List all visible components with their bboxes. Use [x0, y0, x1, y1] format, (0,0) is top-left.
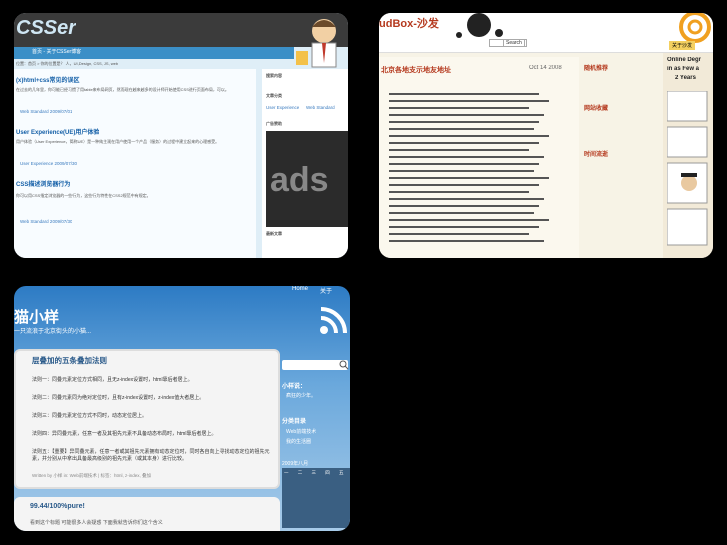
ad-line: 2 Years [675, 75, 696, 81]
ad-line: Online Degr [667, 57, 702, 63]
sidebar-item[interactable]: User Experience [266, 105, 299, 110]
screenshot-sandbox[interactable]: udBox-沙发 Search 关于沙发 北京各地支示地友地址 Oct 14 2… [379, 13, 713, 258]
sidebar-heading: 网站收藏 [584, 106, 609, 112]
sidebar-heading: 时间流逝 [584, 152, 609, 158]
post-excerpt: 看到这个标题 可能很多人会疑惑 下面我就告诉你们这个含义 [30, 520, 163, 526]
post-title[interactable]: CSS描述浏览器行为 [16, 179, 70, 188]
sidebar-category-heading: 文章分类 [266, 93, 282, 98]
nav-home[interactable]: Home [292, 286, 308, 292]
post-panel-2: 99.44/100%pure! 看到这个标题 可能很多人会疑惑 下面我就告诉你们… [14, 497, 280, 531]
search-icon[interactable] [339, 360, 349, 370]
ad-column: Online Degr in as Few a 2 Years [663, 53, 713, 258]
post-excerpt: 用户体验（User Experience，简称UE）是一种纯主观在用户使用一个产… [16, 139, 220, 144]
calendar-header: 一 二 三 四 五 六 日 [284, 470, 350, 475]
ads-heading: 广告赞助 [266, 121, 282, 126]
post-excerpt: 在过去的几年里，你可能已经习惯了用table来布局网页，然而现在越来越多的设计师… [16, 87, 229, 92]
calendar-title: 2009年八月 [282, 461, 309, 467]
post-meta[interactable]: User Experience 2009/07/30 [20, 161, 77, 166]
post-title[interactable]: 北京各地支示地友地址 [381, 65, 451, 75]
sidebar-search-heading: 搜索内容 [266, 73, 282, 78]
sidebar-heading: 分类目录 [282, 419, 307, 425]
site-subtitle: 一只流浪于北京街头的小猫... [14, 329, 92, 335]
mascot-illustration [296, 19, 337, 68]
nav-home[interactable]: 首页 - 关于CSSer博客 [32, 48, 81, 55]
post-meta[interactable]: Web Standard 2009/07/01 [20, 109, 72, 114]
post-title[interactable]: 层叠加的五条叠加法则 [32, 355, 107, 366]
rule-line: 法则二：同叠元素同为绝对定位时，且有z-index设置时，z-index值大者居… [32, 395, 205, 401]
rss-icon[interactable] [318, 306, 348, 336]
sidebar-item[interactable]: Web Standard [306, 105, 335, 110]
nav-about[interactable]: 关于 [320, 286, 332, 295]
rule-line: 法则五：【重要】异同叠元素，任意一者或其祖先元素拥有动态定位时，同时各自向上寻找… [32, 449, 270, 462]
post-title[interactable]: User Experience(UE)用户体验 [16, 127, 99, 136]
post-excerpt: 你可以用CSS指定浏览器的一些行为，这些行为特性在CSS2规范中有规定。 [16, 193, 151, 198]
site-title[interactable]: 猫小样 [14, 306, 59, 327]
header: udBox-沙发 Search [379, 13, 713, 53]
rule-line: 法则一：同叠元素定位方式相同，且无z-index设置时，html靠后者居上。 [32, 377, 193, 383]
site-logo[interactable]: udBox-沙发 [379, 15, 439, 31]
screenshot-csser[interactable]: CSSer 首页 - 关于CSSer博客 位置：首页 > 你的位置是？ 人，UI… [14, 13, 348, 258]
sidebar-heading: 小样说： [282, 384, 307, 390]
sidebar-item[interactable]: Web前端技术 [286, 428, 316, 435]
post-meta[interactable]: Written by 小样 in: Web前端技术 | 标签：html, z-i… [32, 473, 151, 479]
screenshot-maoxiaoyang[interactable]: Home 关于 猫小样 一只流浪于北京街头的小猫... 层叠加的五条叠加法则 法… [14, 286, 350, 531]
sidebar-heading: 随机推荐 [584, 66, 609, 72]
breadcrumb: 位置：首页 > 你的位置是？ 人，UI,Design, CSS, JS, web [16, 61, 119, 66]
site-logo[interactable]: CSSer [16, 17, 76, 40]
rule-line: 法则三：同叠元素定位方式不同时，动态定位居上。 [32, 413, 148, 419]
calendar[interactable]: 一 二 三 四 五 六 日 [282, 468, 350, 528]
post-title[interactable]: (x)html+css常见的误区 [16, 75, 80, 84]
main-column: 北京各地支示地友地址 Oct 14 2008 [379, 57, 579, 258]
sidebar-item[interactable]: 我的生活圈 [286, 438, 311, 445]
main-column: (x)html+css常见的误区 在过去的几年里，你可能已经习惯了用table来… [14, 69, 256, 258]
post-title[interactable]: 99.44/100%pure! [30, 503, 85, 510]
ad-line: in as Few a [667, 66, 700, 72]
recent-heading: 最新文章 [266, 231, 282, 236]
rule-line: 法则四：异同叠元素，任意一者及其祖先元素不具备动态布局时，html靠后者居上。 [32, 431, 217, 437]
post-panel: 层叠加的五条叠加法则 法则一：同叠元素定位方式相同，且无z-index设置时，h… [14, 349, 280, 489]
address-list [389, 93, 549, 242]
post-meta[interactable]: Web Standard 2009/07/30 [20, 219, 72, 224]
ads-text: ads [270, 161, 329, 199]
tag-about[interactable]: 关于沙发 [669, 41, 696, 50]
search-button[interactable]: Search [503, 39, 525, 47]
sidebar-text: 疯狂的少年。 [286, 393, 317, 399]
post-date: Oct 14 2008 [529, 65, 562, 71]
graduate-books-illustration [667, 91, 708, 246]
